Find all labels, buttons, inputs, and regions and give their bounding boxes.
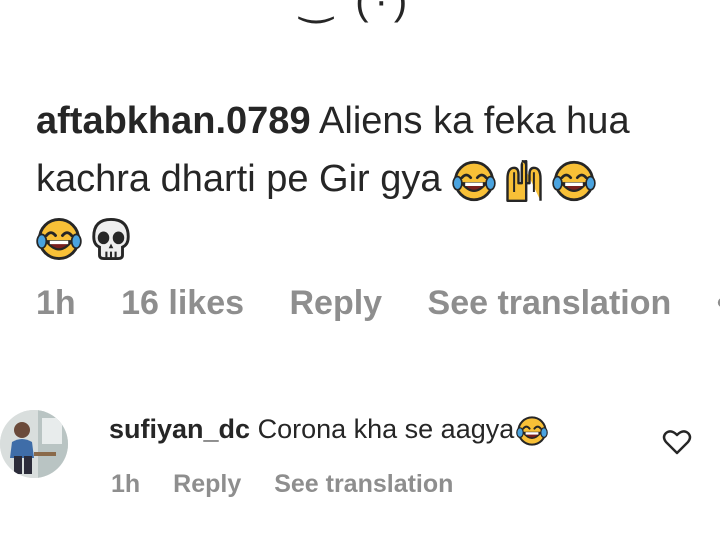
- face-with-tears-of-joy-icon: [516, 415, 548, 447]
- reply-button[interactable]: Reply: [289, 284, 382, 322]
- avatar[interactable]: [0, 410, 68, 478]
- face-with-tears-of-joy-icon: [452, 159, 496, 203]
- comment-line-1: aftabkhan.0789 Aliens ka feka hua: [36, 92, 720, 150]
- comment-line-3: [36, 208, 720, 266]
- comment-username[interactable]: aftabkhan.0789: [36, 100, 311, 142]
- skull-icon: [88, 216, 134, 262]
- comment-line-2: kachra dharti pe Gir gya: [36, 150, 720, 208]
- face-with-tears-of-joy-icon: [552, 159, 596, 203]
- comment-text-line2: kachra dharti pe Gir gya: [36, 158, 442, 200]
- comment: aftabkhan.0789 Aliens ka feka hua kachra…: [36, 92, 720, 266]
- comment-time: 1h: [36, 284, 76, 322]
- face-with-tears-of-joy-icon: [36, 216, 82, 262]
- likes-count[interactable]: 16 likes: [121, 284, 244, 322]
- reply-username[interactable]: sufiyan_dc: [109, 414, 250, 444]
- avatar-photo: [0, 410, 68, 478]
- heart-outline-icon[interactable]: [662, 428, 692, 456]
- reply-reply-button[interactable]: Reply: [173, 470, 241, 498]
- reply-see-translation-button[interactable]: See translation: [274, 470, 453, 498]
- clipped-previous-text: ‿ (·): [300, 0, 414, 23]
- comment-meta: 1h 16 likes Reply See translation ••: [36, 284, 720, 323]
- see-translation-button[interactable]: See translation: [428, 284, 672, 322]
- raising-hands-icon: [502, 159, 546, 203]
- reply-comment: sufiyan_dc Corona kha se aagya: [109, 414, 554, 447]
- comment-text-line1: Aliens ka feka hua: [319, 100, 630, 142]
- reply-meta: 1h Reply See translation: [111, 470, 479, 499]
- reply-time: 1h: [111, 470, 141, 498]
- reply-comment-text: Corona kha se aagya: [257, 414, 515, 444]
